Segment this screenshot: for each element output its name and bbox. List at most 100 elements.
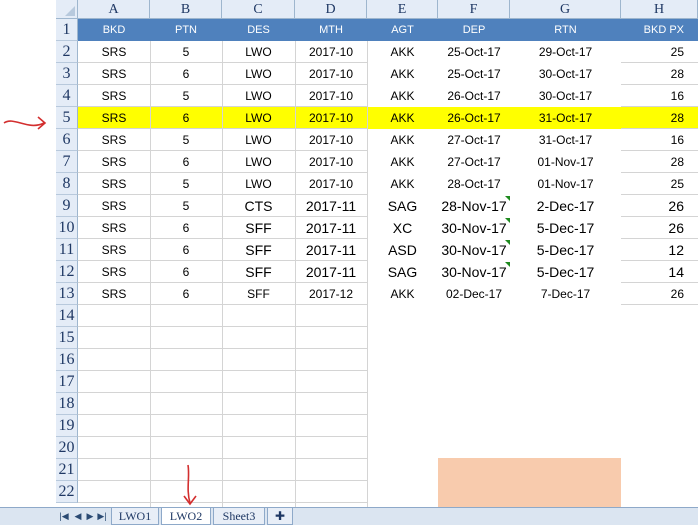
table-cell[interactable]: SAG	[367, 195, 438, 217]
table-header-cell[interactable]: BKD PX	[621, 19, 698, 41]
table-cell[interactable]: SRS	[78, 151, 150, 173]
table-cell[interactable]: 6	[150, 283, 222, 305]
table-cell[interactable]: 30-Nov-17	[438, 239, 510, 261]
table-cell[interactable]: 27-Oct-17	[438, 129, 510, 151]
table-cell[interactable]: 02-Dec-17	[438, 283, 510, 305]
table-cell[interactable]: 26	[621, 283, 698, 305]
column-header-col-a[interactable]: A	[78, 0, 150, 19]
table-cell[interactable]: 01-Nov-17	[510, 151, 621, 173]
table-cell[interactable]: AKK	[367, 283, 438, 305]
table-cell[interactable]: AKK	[367, 129, 438, 151]
table-cell[interactable]: 6	[150, 239, 222, 261]
table-cell[interactable]: 30-Oct-17	[510, 85, 621, 107]
table-cell[interactable]: 31-Oct-17	[510, 129, 621, 151]
table-cell[interactable]: CTS	[222, 195, 295, 217]
table-cell[interactable]: 2017-11	[295, 239, 367, 261]
table-cell[interactable]: LWO	[222, 85, 295, 107]
table-header-cell[interactable]: PTN	[150, 19, 222, 41]
column-header-col-c[interactable]: C	[222, 0, 295, 19]
table-header-cell[interactable]: MTH	[295, 19, 367, 41]
table-cell[interactable]: SFF	[222, 261, 295, 283]
table-cell[interactable]: LWO	[222, 41, 295, 63]
table-cell[interactable]: LWO	[222, 151, 295, 173]
table-header-cell[interactable]: DEP	[438, 19, 510, 41]
table-cell[interactable]: LWO	[222, 107, 295, 129]
column-header-col-f[interactable]: F	[438, 0, 510, 19]
column-header-col-b[interactable]: B	[150, 0, 222, 19]
table-cell[interactable]: 26	[621, 195, 698, 217]
table-cell[interactable]: LWO	[222, 173, 295, 195]
table-cell[interactable]: SRS	[78, 129, 150, 151]
table-cell[interactable]: SRS	[78, 195, 150, 217]
table-cell[interactable]: 2017-11	[295, 261, 367, 283]
table-cell[interactable]: 25-Oct-17	[438, 63, 510, 85]
table-cell[interactable]: 30-Oct-17	[510, 63, 621, 85]
table-cell[interactable]: 14	[621, 261, 698, 283]
table-cell[interactable]: 2017-11	[295, 217, 367, 239]
table-cell[interactable]: SRS	[78, 217, 150, 239]
table-cell[interactable]: 5	[150, 195, 222, 217]
table-cell[interactable]: SRS	[78, 85, 150, 107]
table-cell[interactable]: 6	[150, 151, 222, 173]
table-cell[interactable]: SRS	[78, 173, 150, 195]
table-cell[interactable]: 2017-12	[295, 283, 367, 305]
table-cell[interactable]: 28	[621, 151, 698, 173]
table-cell[interactable]: 5	[150, 129, 222, 151]
table-cell[interactable]: 28-Nov-17	[438, 195, 510, 217]
table-header-cell[interactable]: BKD	[78, 19, 150, 41]
table-cell[interactable]: SRS	[78, 107, 150, 129]
column-header-col-e[interactable]: E	[367, 0, 438, 19]
table-cell[interactable]: 30-Nov-17	[438, 217, 510, 239]
table-cell[interactable]: SFF	[222, 283, 295, 305]
table-cell[interactable]: 01-Nov-17	[510, 173, 621, 195]
tab-sheet3[interactable]: Sheet3	[213, 508, 265, 525]
last-sheet-icon[interactable]: ▶|	[96, 510, 108, 522]
table-cell[interactable]: 6	[150, 261, 222, 283]
table-cell[interactable]: SRS	[78, 261, 150, 283]
table-cell[interactable]: 31-Oct-17	[510, 107, 621, 129]
first-sheet-icon[interactable]: |◀	[58, 510, 70, 522]
table-cell[interactable]: SFF	[222, 239, 295, 261]
table-cell[interactable]: 2017-10	[295, 85, 367, 107]
table-cell[interactable]: AKK	[367, 151, 438, 173]
column-header-col-d[interactable]: D	[295, 0, 367, 19]
table-cell[interactable]: 2017-10	[295, 107, 367, 129]
table-cell[interactable]: 26-Oct-17	[438, 107, 510, 129]
table-cell[interactable]: 2017-10	[295, 151, 367, 173]
table-cell[interactable]: 28-Oct-17	[438, 173, 510, 195]
table-cell[interactable]: 27-Oct-17	[438, 151, 510, 173]
table-cell[interactable]: SFF	[222, 217, 295, 239]
table-cell[interactable]: 6	[150, 63, 222, 85]
table-cell[interactable]: LWO	[222, 63, 295, 85]
table-cell[interactable]: 26-Oct-17	[438, 85, 510, 107]
table-cell[interactable]: 2017-10	[295, 129, 367, 151]
table-cell[interactable]: SAG	[367, 261, 438, 283]
table-cell[interactable]: AKK	[367, 107, 438, 129]
table-cell[interactable]: AKK	[367, 41, 438, 63]
table-cell[interactable]: 25-Oct-17	[438, 41, 510, 63]
table-cell[interactable]: ASD	[367, 239, 438, 261]
table-cell[interactable]: SRS	[78, 63, 150, 85]
table-cell[interactable]: SRS	[78, 41, 150, 63]
table-cell[interactable]: 2-Dec-17	[510, 195, 621, 217]
table-cell[interactable]: 5-Dec-17	[510, 217, 621, 239]
table-cell[interactable]: SRS	[78, 239, 150, 261]
table-cell[interactable]: 26	[621, 217, 698, 239]
table-cell[interactable]: 6	[150, 107, 222, 129]
table-header-cell[interactable]: AGT	[367, 19, 438, 41]
table-cell[interactable]: AKK	[367, 173, 438, 195]
table-cell[interactable]: 5	[150, 85, 222, 107]
table-cell[interactable]: 16	[621, 129, 698, 151]
table-cell[interactable]: 6	[150, 217, 222, 239]
table-cell[interactable]: 25	[621, 41, 698, 63]
table-cell[interactable]: 7-Dec-17	[510, 283, 621, 305]
table-cell[interactable]: 12	[621, 239, 698, 261]
table-cell[interactable]: 16	[621, 85, 698, 107]
table-cell[interactable]: XC	[367, 217, 438, 239]
table-cell[interactable]: 30-Nov-17	[438, 261, 510, 283]
table-cell[interactable]: 5	[150, 173, 222, 195]
insert-sheet-icon[interactable]: ✚	[267, 508, 293, 525]
table-header-cell[interactable]: RTN	[510, 19, 621, 41]
tab-lwo2[interactable]: LWO2	[161, 508, 211, 525]
table-cell[interactable]: 5-Dec-17	[510, 261, 621, 283]
